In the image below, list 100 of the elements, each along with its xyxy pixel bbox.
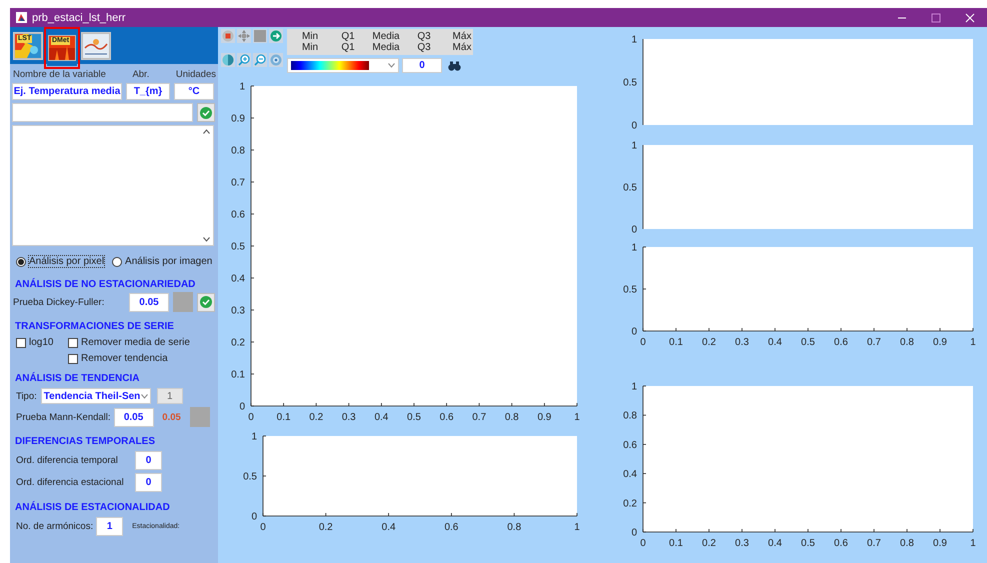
tick-label: 0 bbox=[631, 120, 637, 132]
tick-label: 0.4 bbox=[623, 469, 637, 480]
tick-label: 0 bbox=[640, 538, 646, 549]
radio-button[interactable] bbox=[112, 256, 122, 266]
name-field[interactable]: Ej. Temperatura media bbox=[12, 83, 122, 100]
tick-label: 0.8 bbox=[231, 146, 245, 156]
close-button[interactable] bbox=[965, 12, 975, 22]
tick-label: 0.5 bbox=[801, 337, 815, 348]
value-field[interactable]: 0.05 bbox=[129, 292, 169, 312]
tick-label: 0 bbox=[631, 326, 637, 338]
tick-label: 0 bbox=[631, 224, 637, 236]
field-label: Tipo: bbox=[16, 390, 37, 402]
field-label: Prueba Dickey-Fuller: bbox=[13, 296, 104, 308]
tick-label: 0.5 bbox=[623, 78, 637, 88]
stat-label: Media bbox=[372, 31, 400, 42]
confirm-button[interactable] bbox=[197, 103, 215, 122]
maximize-button[interactable] bbox=[931, 12, 941, 22]
tick-label: 1 bbox=[631, 34, 637, 46]
column-label: Unidades bbox=[176, 69, 216, 80]
input-field[interactable] bbox=[12, 103, 194, 122]
chart-image-button[interactable] bbox=[81, 32, 111, 60]
stat-label: Media bbox=[372, 42, 400, 53]
stat-label: Máx bbox=[452, 31, 472, 42]
tick-label: 0.2 bbox=[702, 337, 716, 348]
checkbox-label: log10 bbox=[29, 337, 54, 348]
order-field: 1 bbox=[156, 388, 183, 404]
zoom-out-tool-button[interactable] bbox=[253, 52, 267, 66]
list-box[interactable] bbox=[12, 125, 214, 246]
tick-label: 0.9 bbox=[933, 538, 947, 549]
stat-label: Q1 bbox=[341, 42, 355, 53]
app-icon bbox=[16, 12, 27, 23]
section-heading: ANÁLISIS DE NO ESTACIONARIEDAD bbox=[14, 279, 196, 290]
tick-label: 0.7 bbox=[231, 178, 245, 188]
target-tool-button[interactable] bbox=[269, 52, 283, 66]
value-field[interactable]: 0.05 bbox=[114, 408, 154, 426]
colormap-dropdown[interactable] bbox=[287, 58, 399, 73]
tick-label: 0 bbox=[239, 402, 245, 412]
value-field[interactable]: 0 bbox=[135, 451, 162, 470]
arrow-icon bbox=[270, 30, 282, 42]
tick-label: 0 bbox=[631, 528, 637, 538]
tick-label: 0.7 bbox=[867, 538, 881, 549]
contrast-tool-button[interactable] bbox=[221, 52, 235, 66]
tick-label: 0.3 bbox=[231, 306, 245, 316]
tick-label: 0 bbox=[248, 412, 254, 423]
tick-label: 0 bbox=[640, 337, 646, 348]
tick-label: 0.4 bbox=[374, 412, 388, 423]
tick-label: 0.5 bbox=[243, 472, 257, 482]
tick-label: 0.6 bbox=[623, 440, 637, 451]
tick-label: 0.6 bbox=[834, 337, 848, 348]
tick-label: 0.6 bbox=[444, 522, 458, 533]
pan-tool-button[interactable] bbox=[237, 29, 251, 43]
binoculars-icon bbox=[448, 60, 461, 70]
next-tool-button[interactable] bbox=[269, 29, 283, 43]
tick-label: 0.3 bbox=[735, 337, 749, 348]
checkbox[interactable] bbox=[16, 338, 26, 348]
zoom-in-tool-button[interactable] bbox=[237, 52, 251, 66]
tick-label: 0.9 bbox=[537, 412, 552, 423]
tick-label: 0.6 bbox=[231, 210, 245, 220]
blank-icon bbox=[254, 30, 266, 42]
tick-label: 0.8 bbox=[900, 538, 914, 549]
tick-label: 0.8 bbox=[623, 410, 637, 422]
target-icon bbox=[270, 54, 282, 66]
tick-label: 1 bbox=[631, 140, 637, 152]
tick-label: 0.9 bbox=[933, 337, 947, 348]
value-field[interactable]: 0 bbox=[135, 473, 162, 492]
tick-label: 0.7 bbox=[472, 412, 486, 423]
tick-label: 0.1 bbox=[669, 337, 683, 348]
tick-label: 1 bbox=[970, 337, 976, 348]
tick-label: 0.2 bbox=[702, 538, 716, 549]
stop-tool-button[interactable] bbox=[221, 29, 235, 43]
type-dropdown[interactable]: Tendencia Theil-Sen bbox=[40, 388, 151, 404]
confirm-button[interactable] bbox=[197, 292, 215, 312]
units-field[interactable]: °C bbox=[174, 83, 214, 100]
tick-label: 0.6 bbox=[440, 412, 454, 423]
column-label: Abr. bbox=[132, 69, 150, 80]
tick-label: 0 bbox=[260, 522, 266, 533]
tick-label: 0.1 bbox=[669, 538, 683, 549]
stat-label: Q3 bbox=[417, 42, 431, 53]
radio-button[interactable] bbox=[16, 256, 26, 266]
maximize-icon bbox=[931, 12, 941, 22]
close-icon bbox=[965, 12, 975, 22]
value-field[interactable]: 0 bbox=[402, 58, 442, 73]
column-label: Nombre de la variable bbox=[13, 69, 106, 80]
blank-tool-button[interactable] bbox=[253, 29, 267, 43]
field-label: No. de armónicos: bbox=[16, 521, 94, 532]
checkbox-option[interactable]: log10 bbox=[16, 337, 68, 348]
checkbox[interactable] bbox=[68, 354, 78, 364]
contrast-icon bbox=[222, 54, 234, 66]
checkbox[interactable] bbox=[68, 338, 78, 348]
stat-label: Q1 bbox=[341, 31, 355, 42]
abbr-field[interactable]: T_{m} bbox=[126, 83, 170, 100]
tick-label: 0.5 bbox=[407, 412, 421, 423]
tick-label: 0.8 bbox=[504, 412, 519, 423]
section-heading: DIFERENCIAS TEMPORALES bbox=[14, 436, 156, 447]
tick-label: 0.2 bbox=[318, 522, 333, 533]
dropdown-value: Tendencia Theil-Sen bbox=[44, 390, 140, 402]
value-field[interactable]: 1 bbox=[96, 517, 124, 536]
stop-icon bbox=[222, 30, 234, 42]
dropdown-caret-icon bbox=[388, 63, 395, 68]
stat-label: Min bbox=[302, 31, 318, 42]
